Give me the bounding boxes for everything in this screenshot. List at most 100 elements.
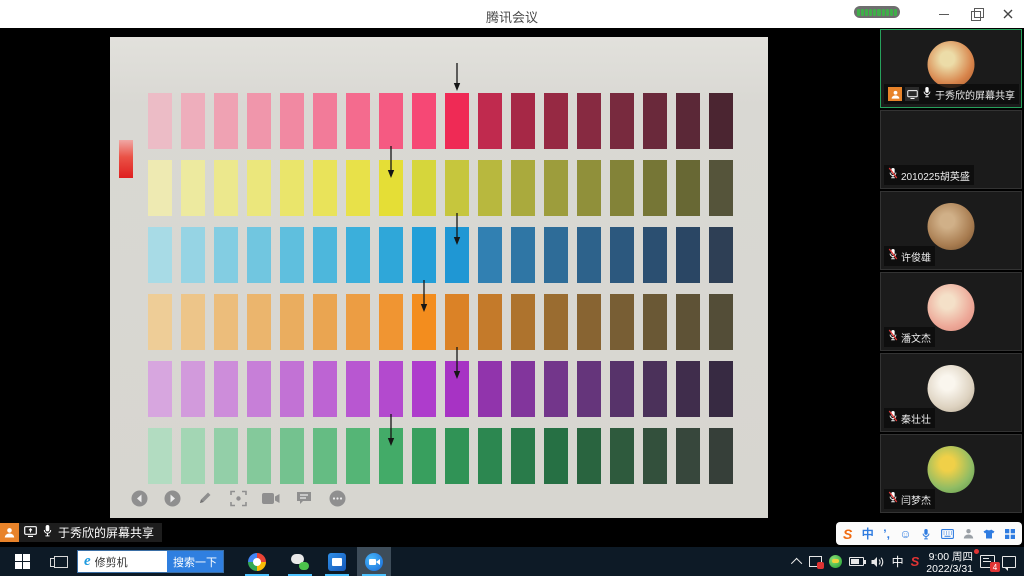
search-button[interactable]: 搜索一下 — [167, 551, 223, 572]
swatch — [478, 294, 502, 350]
swatch — [676, 160, 700, 216]
battery-indicator — [854, 6, 900, 18]
swatch — [676, 93, 700, 149]
swatch — [445, 93, 469, 149]
taskbar-app-browser[interactable] — [240, 547, 274, 576]
participant-tile[interactable]: 闫梦杰 — [880, 434, 1022, 513]
swatch-row-blue — [148, 227, 733, 283]
window-alert-icon[interactable] — [809, 556, 822, 567]
swatch — [643, 294, 667, 350]
swatch — [379, 428, 403, 484]
restore-button[interactable] — [970, 8, 982, 20]
start-button[interactable] — [0, 547, 45, 576]
antivirus-icon[interactable] — [829, 555, 842, 568]
swatch — [214, 361, 238, 417]
swatch — [544, 160, 568, 216]
participant-tile[interactable]: 潘文杰 — [880, 272, 1022, 351]
presenter-icon — [0, 523, 19, 542]
mic-icon — [888, 328, 898, 346]
swatch — [379, 227, 403, 283]
avatar — [928, 284, 975, 331]
swatch-rows — [148, 93, 733, 495]
more-icon[interactable] — [328, 489, 346, 507]
hidden-icons-chevron[interactable] — [794, 558, 802, 566]
play-icon[interactable] — [163, 489, 181, 507]
swatch — [709, 93, 733, 149]
participant-namebar: 闫梦杰 — [884, 489, 935, 509]
participant-tile[interactable]: 秦壮壮 — [880, 353, 1022, 432]
participant-name: 于秀欣的屏幕共享 — [935, 87, 1015, 102]
swatch — [676, 361, 700, 417]
close-button[interactable] — [1002, 8, 1014, 20]
battery-segment — [894, 9, 897, 16]
punctuation-icon[interactable]: ’, — [883, 527, 890, 541]
camera-icon[interactable] — [262, 489, 280, 507]
swatch — [577, 428, 601, 484]
swatch-row-red — [148, 93, 733, 149]
down-arrow-icon — [419, 280, 429, 317]
participant-tile[interactable]: 2010225胡英盛 — [880, 110, 1022, 189]
participant-tile[interactable]: 许俊雄 — [880, 191, 1022, 270]
meeting-app-icon — [365, 553, 383, 571]
swatch — [676, 428, 700, 484]
sogou-tray-icon[interactable]: S — [911, 554, 920, 569]
swatch — [445, 160, 469, 216]
pencil-icon[interactable] — [196, 489, 214, 507]
swatch — [280, 227, 304, 283]
swatch — [544, 227, 568, 283]
toolbox-icon[interactable] — [1005, 529, 1015, 539]
swatch — [610, 428, 634, 484]
swatch — [478, 160, 502, 216]
notification-icon[interactable]: 4 — [980, 555, 995, 568]
main-stage: 于秀欣的屏幕共享 于秀欣的屏幕共享 2010225胡英盛 许俊雄 潘文杰 秦壮壮… — [0, 28, 1024, 547]
swatch — [346, 361, 370, 417]
taskbar-search[interactable]: e 搜索一下 — [77, 550, 224, 573]
swatch — [412, 361, 436, 417]
battery-tray-icon[interactable] — [849, 557, 864, 566]
task-view-button[interactable] — [45, 547, 77, 576]
swatch — [445, 428, 469, 484]
comment-icon[interactable] — [295, 489, 313, 507]
swatch — [148, 227, 172, 283]
swatch — [610, 294, 634, 350]
participant-namebar: 许俊雄 — [884, 246, 935, 266]
swatch — [280, 361, 304, 417]
skin-center-icon[interactable] — [983, 529, 995, 539]
emoji-icon[interactable]: ☺ — [899, 527, 911, 541]
mic-icon — [888, 247, 898, 265]
sogou-logo-icon[interactable]: S — [843, 526, 852, 542]
volume-icon[interactable] — [871, 556, 885, 568]
participant-name: 闫梦杰 — [901, 492, 931, 507]
previous-icon[interactable] — [130, 489, 148, 507]
swatch — [379, 294, 403, 350]
search-input[interactable] — [95, 556, 167, 568]
virtual-keyboard-icon[interactable] — [941, 529, 954, 539]
battery-segment — [877, 9, 880, 16]
avatar — [928, 446, 975, 493]
ime-indicator[interactable]: 中 — [892, 553, 904, 570]
voice-input-icon[interactable] — [921, 528, 931, 540]
participant-tile[interactable]: 于秀欣的屏幕共享 — [880, 29, 1022, 108]
swatch — [709, 294, 733, 350]
swatch — [445, 361, 469, 417]
battery-segment — [857, 9, 860, 16]
action-center-icon[interactable] — [1002, 556, 1016, 568]
swatch — [676, 294, 700, 350]
swatch — [676, 227, 700, 283]
swatch — [148, 294, 172, 350]
shared-screen-content — [110, 37, 768, 518]
swatch — [346, 160, 370, 216]
avatar — [928, 41, 975, 88]
taskbar-app-wechat[interactable] — [283, 547, 317, 576]
taskbar-app-meeting[interactable] — [357, 547, 391, 576]
minimize-button[interactable] — [938, 8, 950, 20]
battery-segment — [890, 9, 893, 16]
taskbar-app-docs[interactable] — [320, 547, 354, 576]
ime-mode-icon[interactable]: 中 — [862, 525, 874, 542]
swatch — [247, 294, 271, 350]
account-icon[interactable] — [963, 528, 974, 539]
taskbar-clock[interactable]: 9:00 周四 2022/3/31 — [926, 549, 973, 575]
capture-frame-icon[interactable] — [229, 489, 247, 507]
swatch — [313, 428, 337, 484]
swatch — [412, 227, 436, 283]
